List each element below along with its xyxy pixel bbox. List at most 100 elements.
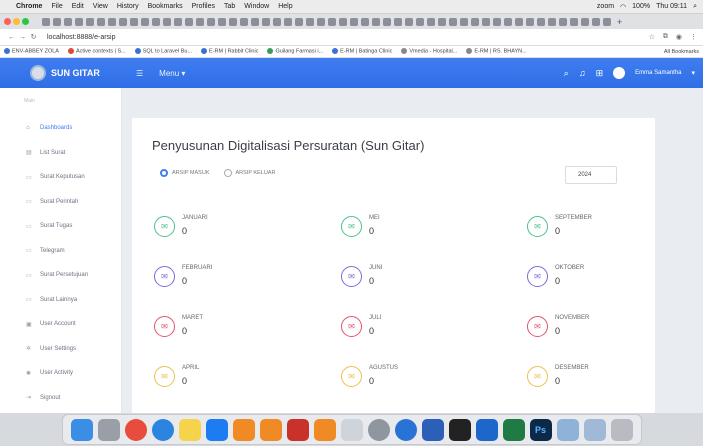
minimize-window-button[interactable] — [13, 18, 20, 25]
search-icon[interactable]: ⌕ — [693, 3, 697, 11]
sidebar-item-surat-tugas[interactable]: ▭ Surat Tugas — [0, 214, 121, 239]
sidebar-item-surat-persetujuan[interactable]: ▭ Surat Persetujuan — [0, 263, 121, 288]
browser-tab[interactable] — [372, 17, 380, 26]
sidebar-item-surat-keputusan[interactable]: ▭ Surat Keputusan — [0, 165, 121, 190]
sidebar-item-surat-lainnya[interactable]: ▭ Surat Lainnya — [0, 288, 121, 313]
finder-icon[interactable] — [70, 418, 93, 441]
browser-tab[interactable] — [295, 17, 303, 26]
browser-tab[interactable] — [460, 17, 468, 26]
bookmark-item[interactable]: E-RM | Batinga Clinic — [332, 48, 392, 55]
year-select[interactable]: 2024 — [565, 166, 617, 184]
app-store-icon[interactable] — [205, 418, 228, 441]
menu-edit[interactable]: Edit — [72, 3, 84, 10]
browser-tab[interactable] — [229, 17, 237, 26]
browser-tab[interactable] — [361, 17, 369, 26]
browser-tab[interactable] — [449, 17, 457, 26]
profile-icon[interactable]: ◉ — [676, 33, 682, 41]
chrome-icon[interactable] — [124, 418, 147, 441]
browser-tab[interactable] — [515, 17, 523, 26]
browser-tab[interactable] — [262, 17, 270, 26]
browser-tab[interactable] — [97, 17, 105, 26]
browser-tab[interactable] — [482, 17, 490, 26]
zoom-status[interactable]: zoom — [597, 3, 614, 10]
downloads-icon[interactable] — [556, 418, 579, 441]
browser-tab[interactable] — [438, 17, 446, 26]
month-card-april[interactable]: ✉ APRIL 0 — [150, 356, 320, 396]
browser-tab[interactable] — [526, 17, 534, 26]
browser-tab[interactable] — [284, 17, 292, 26]
browser-tab[interactable] — [471, 17, 479, 26]
bookmark-item[interactable]: Guilang Farmasi i... — [267, 48, 323, 55]
browser-tab[interactable] — [207, 17, 215, 26]
browser-tab[interactable] — [592, 17, 600, 26]
back-icon[interactable]: ← — [6, 34, 17, 41]
menu-help[interactable]: Help — [278, 3, 292, 10]
menu-app-name[interactable]: Chrome — [16, 3, 42, 10]
clock[interactable]: Thu 09:11 — [656, 3, 687, 10]
browser-tab[interactable] — [141, 17, 149, 26]
menu-dropdown[interactable]: Menu ▾ — [159, 69, 185, 78]
browser-tab[interactable] — [570, 17, 578, 26]
browser-tab[interactable] — [537, 17, 545, 26]
browser-tab[interactable] — [383, 17, 391, 26]
settings-icon[interactable] — [367, 418, 390, 441]
extensions-icon[interactable]: ⧉ — [663, 33, 668, 41]
sublime-icon[interactable] — [259, 418, 282, 441]
month-card-juli[interactable]: ✉ JULI 0 — [337, 306, 507, 346]
vscode-icon[interactable] — [394, 418, 417, 441]
browser-tab[interactable] — [405, 17, 413, 26]
preview-icon[interactable] — [340, 418, 363, 441]
battery-status[interactable]: 100% — [632, 3, 650, 10]
sidebar-item-surat-perintah[interactable]: ▭ Surat Perintah — [0, 190, 121, 215]
filezilla-icon[interactable] — [286, 418, 309, 441]
trash-icon[interactable] — [610, 418, 633, 441]
books-icon[interactable] — [232, 418, 255, 441]
all-bookmarks[interactable]: All Bookmarks — [664, 49, 699, 55]
browser-tab[interactable] — [240, 17, 248, 26]
chevron-down-icon[interactable]: ▾ — [691, 69, 695, 77]
sidebar-item-user-settings[interactable]: ✲ User Settings — [0, 337, 121, 362]
radio-arsip-masuk[interactable]: ARSIP MASUK — [160, 169, 210, 177]
browser-tab[interactable] — [251, 17, 259, 26]
bookmark-item[interactable]: E-RM | Rabbit Clinic — [201, 48, 258, 55]
month-card-desember[interactable]: ✉ DESEMBER 0 — [523, 356, 693, 396]
launchpad-icon[interactable] — [97, 418, 120, 441]
browser-tab[interactable] — [42, 17, 50, 26]
sidebar-item-dashboards[interactable]: ⌂ Dashboards — [0, 116, 121, 141]
brand[interactable]: SUN GITAR — [0, 65, 120, 81]
notification-bell-icon[interactable]: ♫ — [579, 68, 586, 78]
browser-tab[interactable] — [559, 17, 567, 26]
browser-tab[interactable] — [394, 17, 402, 26]
month-card-agustus[interactable]: ✉ AGUSTUS 0 — [337, 356, 507, 396]
month-card-mei[interactable]: ✉ MEI 0 — [337, 206, 507, 246]
browser-tab[interactable] — [108, 17, 116, 26]
browser-tab[interactable] — [581, 17, 589, 26]
browser-tab[interactable] — [174, 17, 182, 26]
new-tab-icon[interactable]: + — [617, 17, 622, 27]
menu-bookmarks[interactable]: Bookmarks — [148, 3, 183, 10]
browser-tab[interactable] — [493, 17, 501, 26]
month-card-februari[interactable]: ✉ FEBRUARI 0 — [150, 256, 320, 296]
month-card-januari[interactable]: ✉ JANUARI 0 — [150, 206, 320, 246]
reload-icon[interactable]: ↻ — [28, 33, 39, 41]
month-card-juni[interactable]: ✉ JUNI 0 — [337, 256, 507, 296]
sidebar-item-telegram[interactable]: ▭ Telegram — [0, 239, 121, 264]
menu-profiles[interactable]: Profiles — [192, 3, 215, 10]
browser-tab[interactable] — [350, 17, 358, 26]
word-icon[interactable] — [421, 418, 444, 441]
close-window-button[interactable] — [4, 18, 11, 25]
user-name[interactable]: Emma Samantha — [635, 70, 681, 76]
browser-tab[interactable] — [64, 17, 72, 26]
forward-icon[interactable]: → — [17, 34, 28, 41]
bookmark-item[interactable]: E-RM | RS. BHAYN... — [466, 48, 527, 55]
menu-history[interactable]: History — [117, 3, 139, 10]
bookmark-item[interactable]: ENV-ABBEY ZOLA — [4, 48, 59, 55]
search-icon[interactable]: ⌕ — [564, 68, 569, 79]
browser-tab[interactable] — [86, 17, 94, 26]
browser-tab[interactable] — [130, 17, 138, 26]
browser-tab[interactable] — [504, 17, 512, 26]
sidebar-item-user-activity[interactable]: ✺ User Activity — [0, 361, 121, 386]
excel-icon[interactable] — [502, 418, 525, 441]
month-card-september[interactable]: ✉ SEPTEMBER 0 — [523, 206, 693, 246]
browser-tab[interactable] — [339, 17, 347, 26]
